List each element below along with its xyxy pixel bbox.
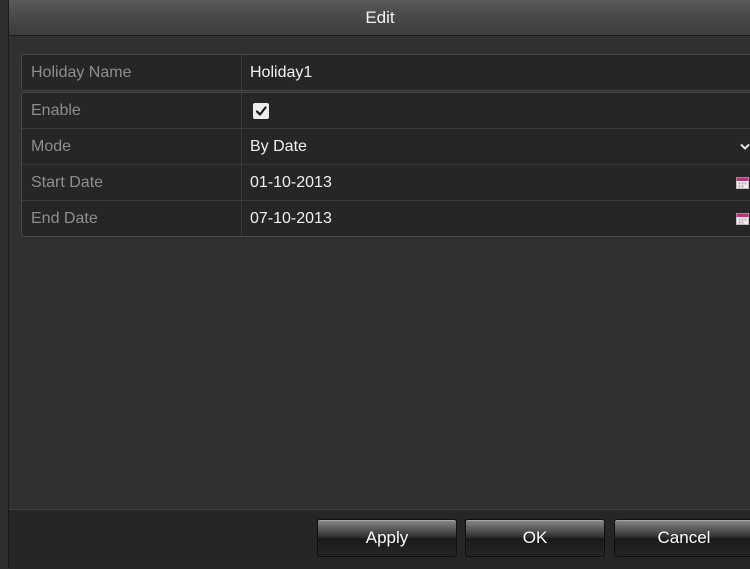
edit-dialog: Edit Holiday Name Holiday1 Enable Mode B… — [8, 0, 750, 569]
start-date-row: Start Date 01-10-2013 — [22, 165, 750, 201]
mode-row: Mode By Date — [22, 129, 750, 165]
start-date-field[interactable]: 01-10-2013 — [250, 165, 720, 200]
ok-button[interactable]: OK — [465, 519, 605, 557]
end-date-row: End Date 07-10-2013 — [22, 201, 750, 236]
holiday-name-label: Holiday Name — [22, 55, 242, 90]
holiday-name-row: Holiday Name Holiday1 — [22, 55, 750, 90]
holiday-name-field[interactable]: Holiday1 — [250, 55, 730, 90]
dialog-title: Edit — [9, 0, 750, 36]
calendar-icon[interactable] — [736, 176, 749, 189]
end-date-label: End Date — [22, 201, 242, 236]
mode-select[interactable]: By Date — [250, 129, 720, 164]
calendar-icon[interactable] — [736, 212, 749, 225]
check-icon — [255, 106, 267, 116]
holiday-name-panel: Holiday Name Holiday1 — [21, 54, 750, 91]
cancel-button[interactable]: Cancel — [614, 519, 750, 557]
holiday-settings-panel: Enable Mode By Date Start Date 01-10-201… — [21, 92, 750, 237]
enable-checkbox[interactable] — [253, 103, 269, 119]
apply-button[interactable]: Apply — [317, 519, 457, 557]
enable-row: Enable — [22, 93, 750, 129]
start-date-label: Start Date — [22, 165, 242, 200]
chevron-down-icon[interactable] — [740, 143, 750, 151]
enable-label: Enable — [22, 93, 242, 128]
end-date-field[interactable]: 07-10-2013 — [250, 201, 720, 236]
mode-label: Mode — [22, 129, 242, 164]
